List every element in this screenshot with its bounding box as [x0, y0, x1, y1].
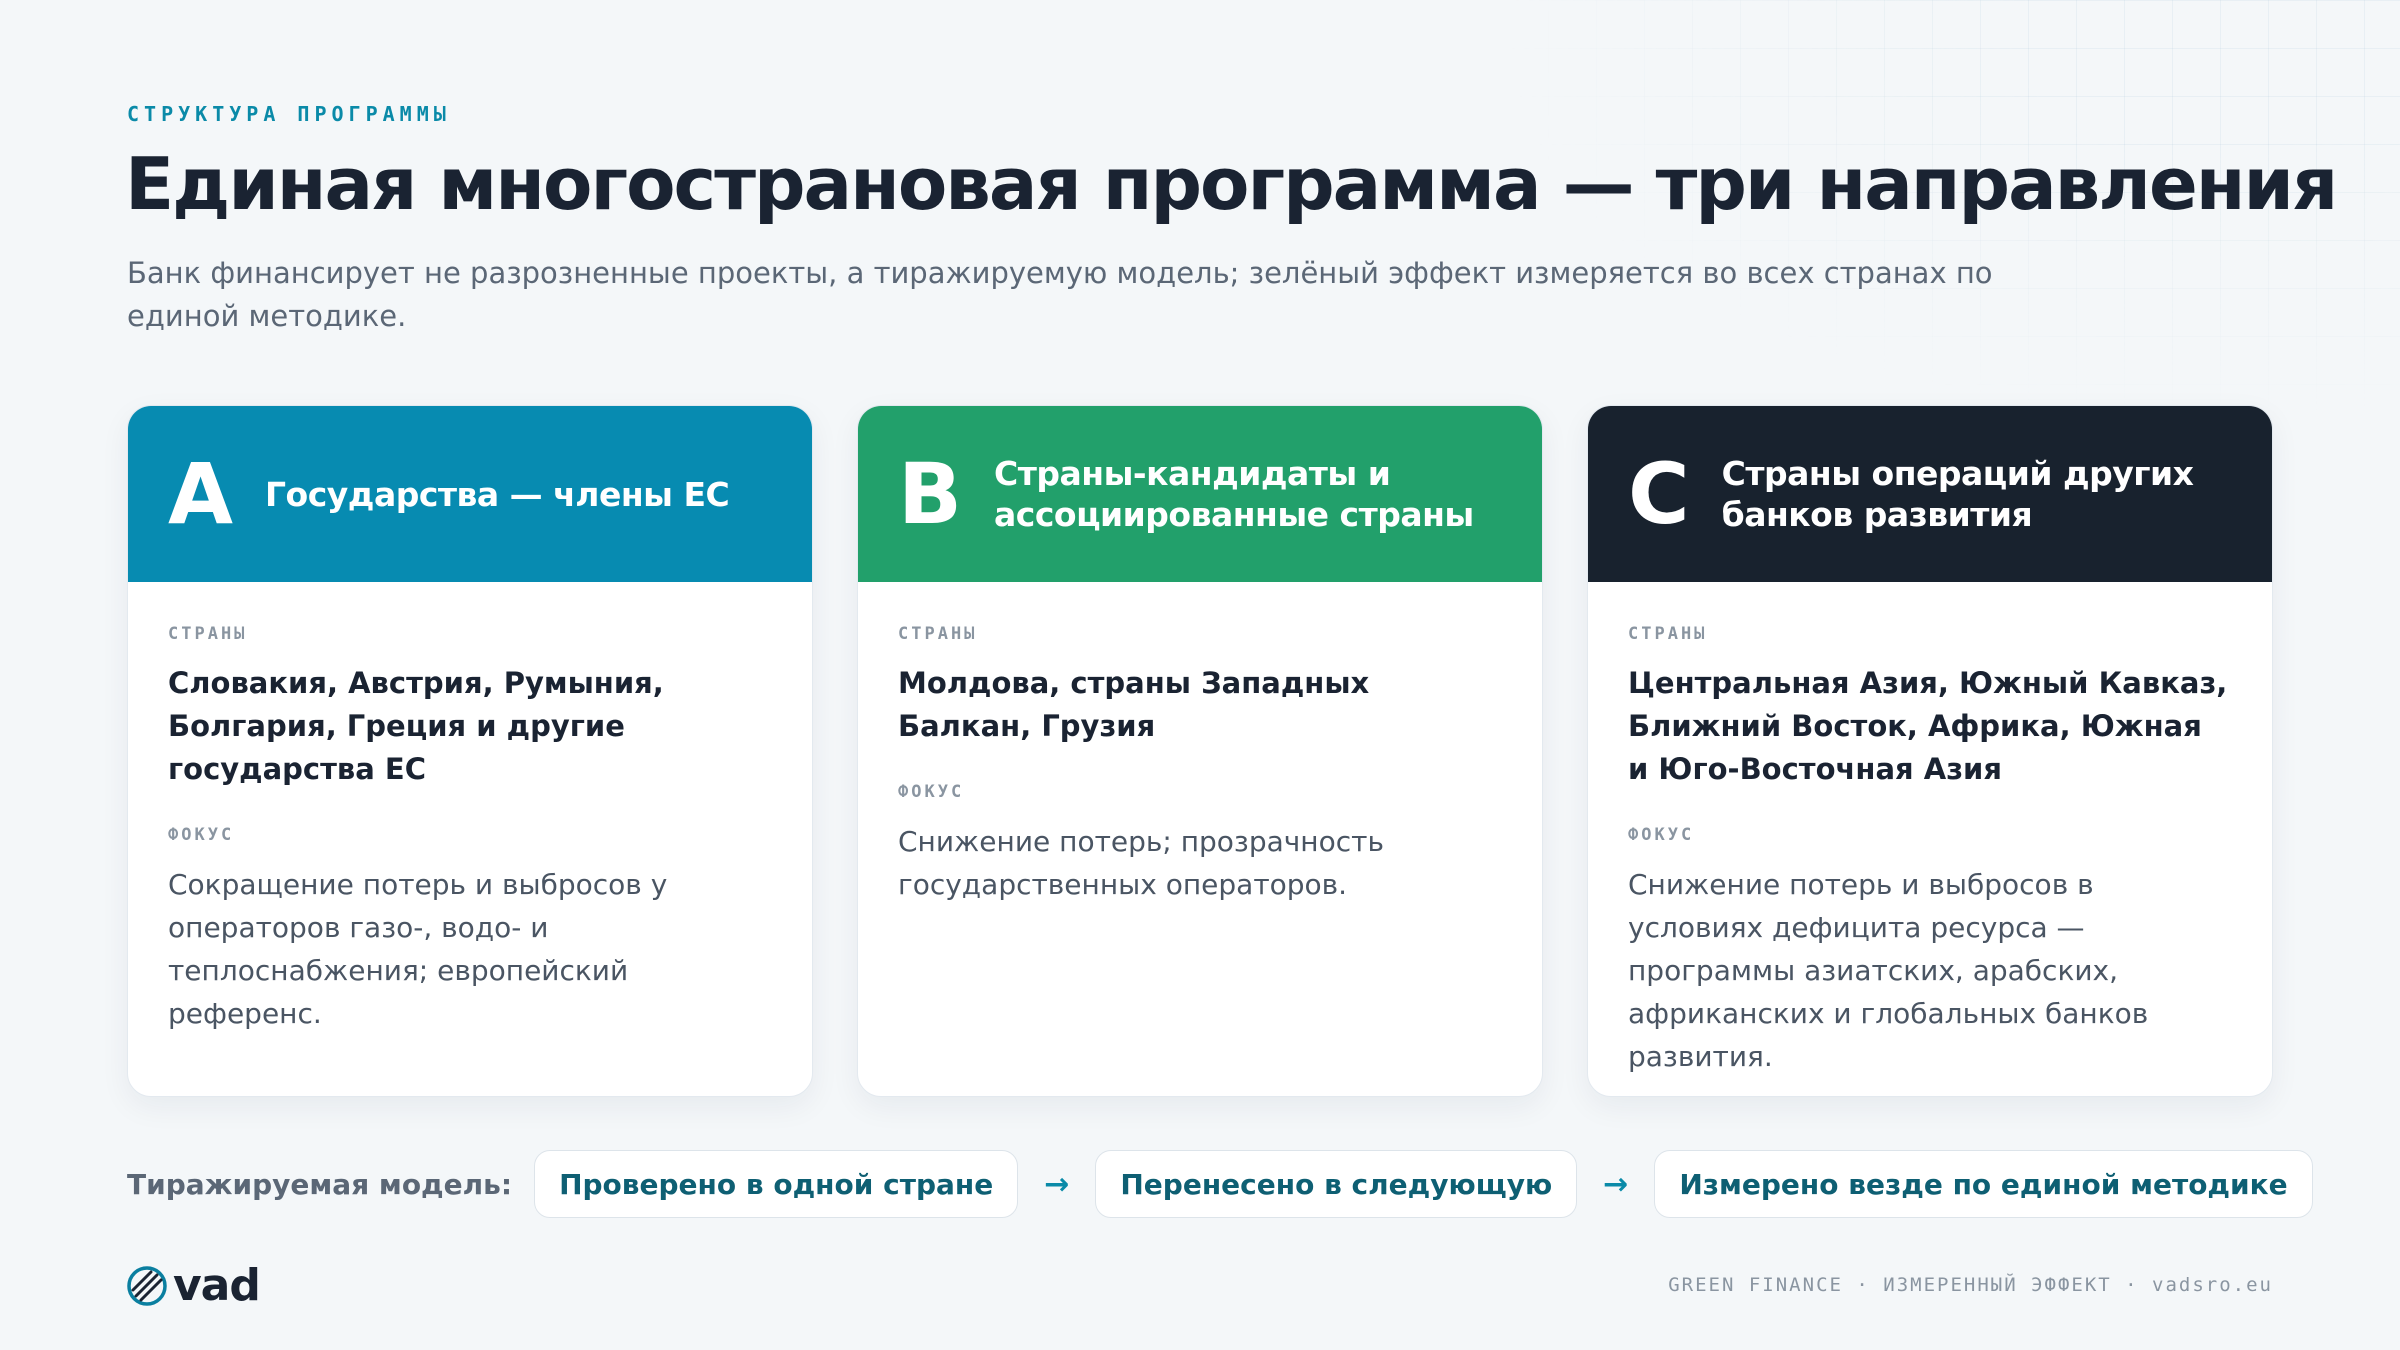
vad-logo: vad — [125, 1260, 261, 1311]
model-step-measured: Измерено везде по единой методике — [1654, 1150, 2313, 1218]
card-letter: B — [898, 445, 963, 543]
focus-text: Снижение потерь и выбросов в условиях де… — [1628, 868, 2149, 1073]
countries-label: СТРАНЫ — [898, 624, 978, 644]
card-header: B Страны-кандидаты и ассоциированные стр… — [858, 406, 1542, 582]
arrow-right-icon: → — [1603, 1166, 1629, 1202]
footer-tagline: GREEN FINANCE · ИЗМЕРЕННЫЙ ЭФФЕКТ · vads… — [1668, 1274, 2273, 1296]
section-eyebrow: СТРУКТУРА ПРОГРАММЫ — [127, 102, 451, 126]
replication-model: Тиражируемая модель: Проверено в одной с… — [127, 1150, 2313, 1218]
card-title: Страны-кандидаты и ассоциированные стран… — [994, 454, 1474, 534]
model-step-tested: Проверено в одной стране — [534, 1150, 1019, 1218]
card-body: СТРАНЫ Молдова, страны Западных Балкан, … — [858, 582, 1542, 906]
direction-card-c: C Страны операций других банков развития… — [1587, 405, 2273, 1097]
card-letter: A — [168, 445, 234, 543]
focus-text: Сокращение потерь и выбросов у операторо… — [168, 868, 668, 1030]
globe-icon — [127, 1265, 167, 1306]
page-subtitle: Банк финансирует не разрозненные проекты… — [127, 256, 1993, 333]
focus-label: ФОКУС — [898, 782, 965, 802]
model-label: Тиражируемая модель: — [127, 1167, 513, 1201]
model-step-transferred: Перенесено в следующую — [1095, 1150, 1578, 1218]
arrow-right-icon: → — [1044, 1166, 1070, 1202]
card-title: Страны операций других банков развития — [1721, 454, 2194, 534]
focus-text: Снижение потерь; прозрачность государств… — [898, 825, 1384, 901]
focus-label: ФОКУС — [168, 825, 235, 845]
countries-text: Центральная Азия, Южный Кавказ, Ближний … — [1628, 666, 2228, 786]
card-header: C Страны операций других банков развития — [1588, 406, 2272, 582]
card-header: A Государства — члены ЕС — [128, 406, 812, 582]
direction-card-a: A Государства — члены ЕС СТРАНЫ Словакия… — [127, 405, 813, 1097]
countries-text: Словакия, Австрия, Румыния, Болгария, Гр… — [168, 666, 664, 786]
card-title: Государства — члены ЕС — [265, 474, 730, 514]
direction-card-b: B Страны-кандидаты и ассоциированные стр… — [857, 405, 1543, 1097]
card-body: СТРАНЫ Центральная Азия, Южный Кавказ, Б… — [1588, 582, 2272, 1078]
directions-cards: A Государства — члены ЕС СТРАНЫ Словакия… — [127, 405, 2273, 1097]
countries-label: СТРАНЫ — [1628, 624, 1708, 644]
page-title: Единая многострановая программа — три на… — [125, 142, 2338, 226]
countries-text: Молдова, страны Западных Балкан, Грузия — [898, 666, 1370, 743]
focus-label: ФОКУС — [1628, 825, 1695, 845]
card-letter: C — [1628, 445, 1690, 543]
card-body: СТРАНЫ Словакия, Австрия, Румыния, Болга… — [128, 582, 812, 1035]
logo-text: vad — [173, 1260, 261, 1311]
countries-label: СТРАНЫ — [168, 624, 248, 644]
